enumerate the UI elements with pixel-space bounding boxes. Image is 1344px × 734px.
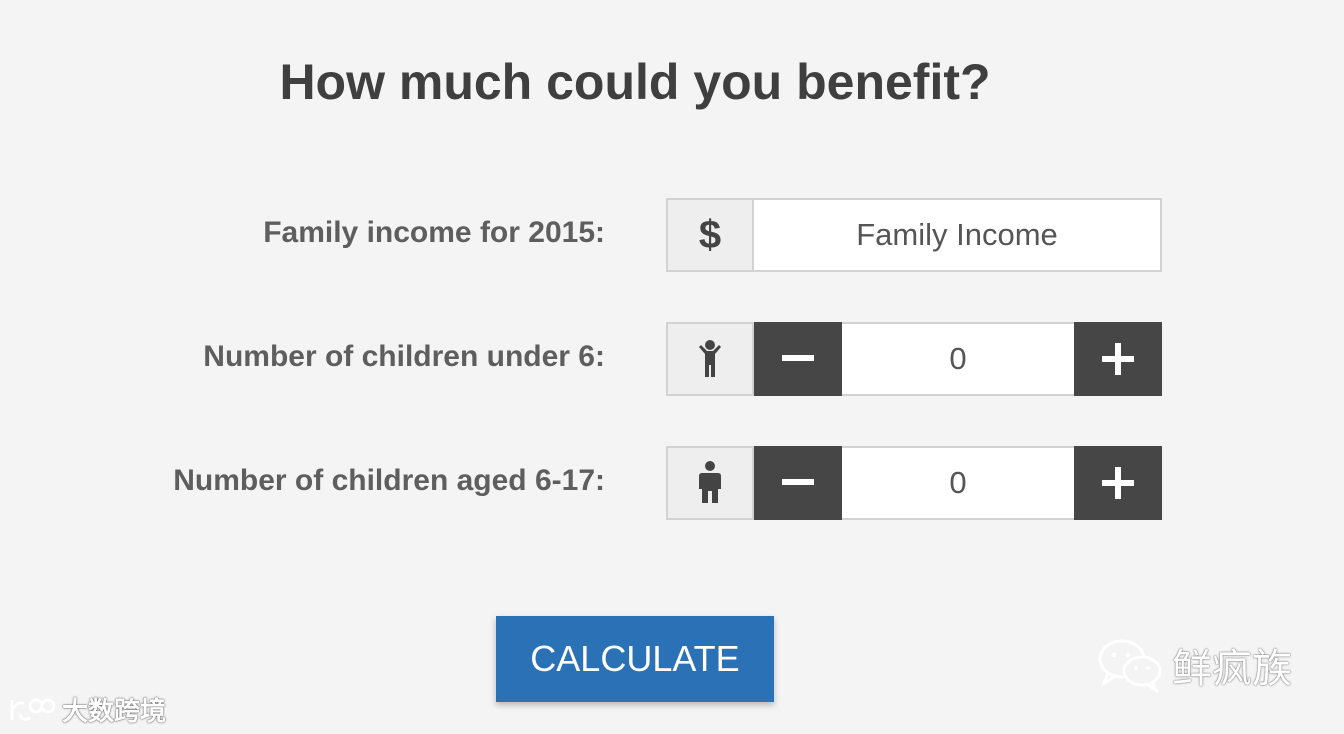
dollar-icon: $ xyxy=(666,198,754,272)
increment-children-6-17-button[interactable] xyxy=(1074,446,1162,520)
child-icon-graphic xyxy=(699,461,721,503)
children-6-17-stepper xyxy=(666,446,1162,520)
plus-icon xyxy=(1102,343,1134,375)
plus-icon xyxy=(1102,467,1134,499)
watermark-left-text: 大数跨境 xyxy=(62,695,167,726)
family-income-field: $ xyxy=(666,198,1162,272)
watermark-right: 鲜疯族 xyxy=(1098,632,1292,698)
watermark-logo-icon xyxy=(10,698,56,721)
small-child-icon xyxy=(666,322,754,396)
page-title: How much could you benefit? xyxy=(279,54,991,110)
family-income-input[interactable] xyxy=(754,198,1162,272)
currency-symbol: $ xyxy=(698,212,722,257)
children-under-6-stepper xyxy=(666,322,1162,396)
children-6-17-label: Number of children aged 6-17: xyxy=(173,464,605,497)
children-6-17-count-input[interactable] xyxy=(842,446,1074,520)
children-under-6-count-input[interactable] xyxy=(842,322,1074,396)
children-under-6-label: Number of children under 6: xyxy=(203,340,605,373)
decrement-children-under-6-button[interactable] xyxy=(754,322,842,396)
decrement-children-6-17-button[interactable] xyxy=(754,446,842,520)
family-income-label: Family income for 2015: xyxy=(263,216,605,249)
minus-icon xyxy=(782,479,814,485)
increment-children-under-6-button[interactable] xyxy=(1074,322,1162,396)
wechat-icon xyxy=(1098,639,1162,693)
watermark-right-text: 鲜疯族 xyxy=(1172,647,1292,691)
calculate-button[interactable]: CALCULATE xyxy=(496,616,774,702)
child-icon xyxy=(666,446,754,520)
minus-icon xyxy=(782,355,814,361)
watermark-left: 大数跨境 xyxy=(8,690,166,728)
small-child-icon-graphic xyxy=(699,340,721,377)
